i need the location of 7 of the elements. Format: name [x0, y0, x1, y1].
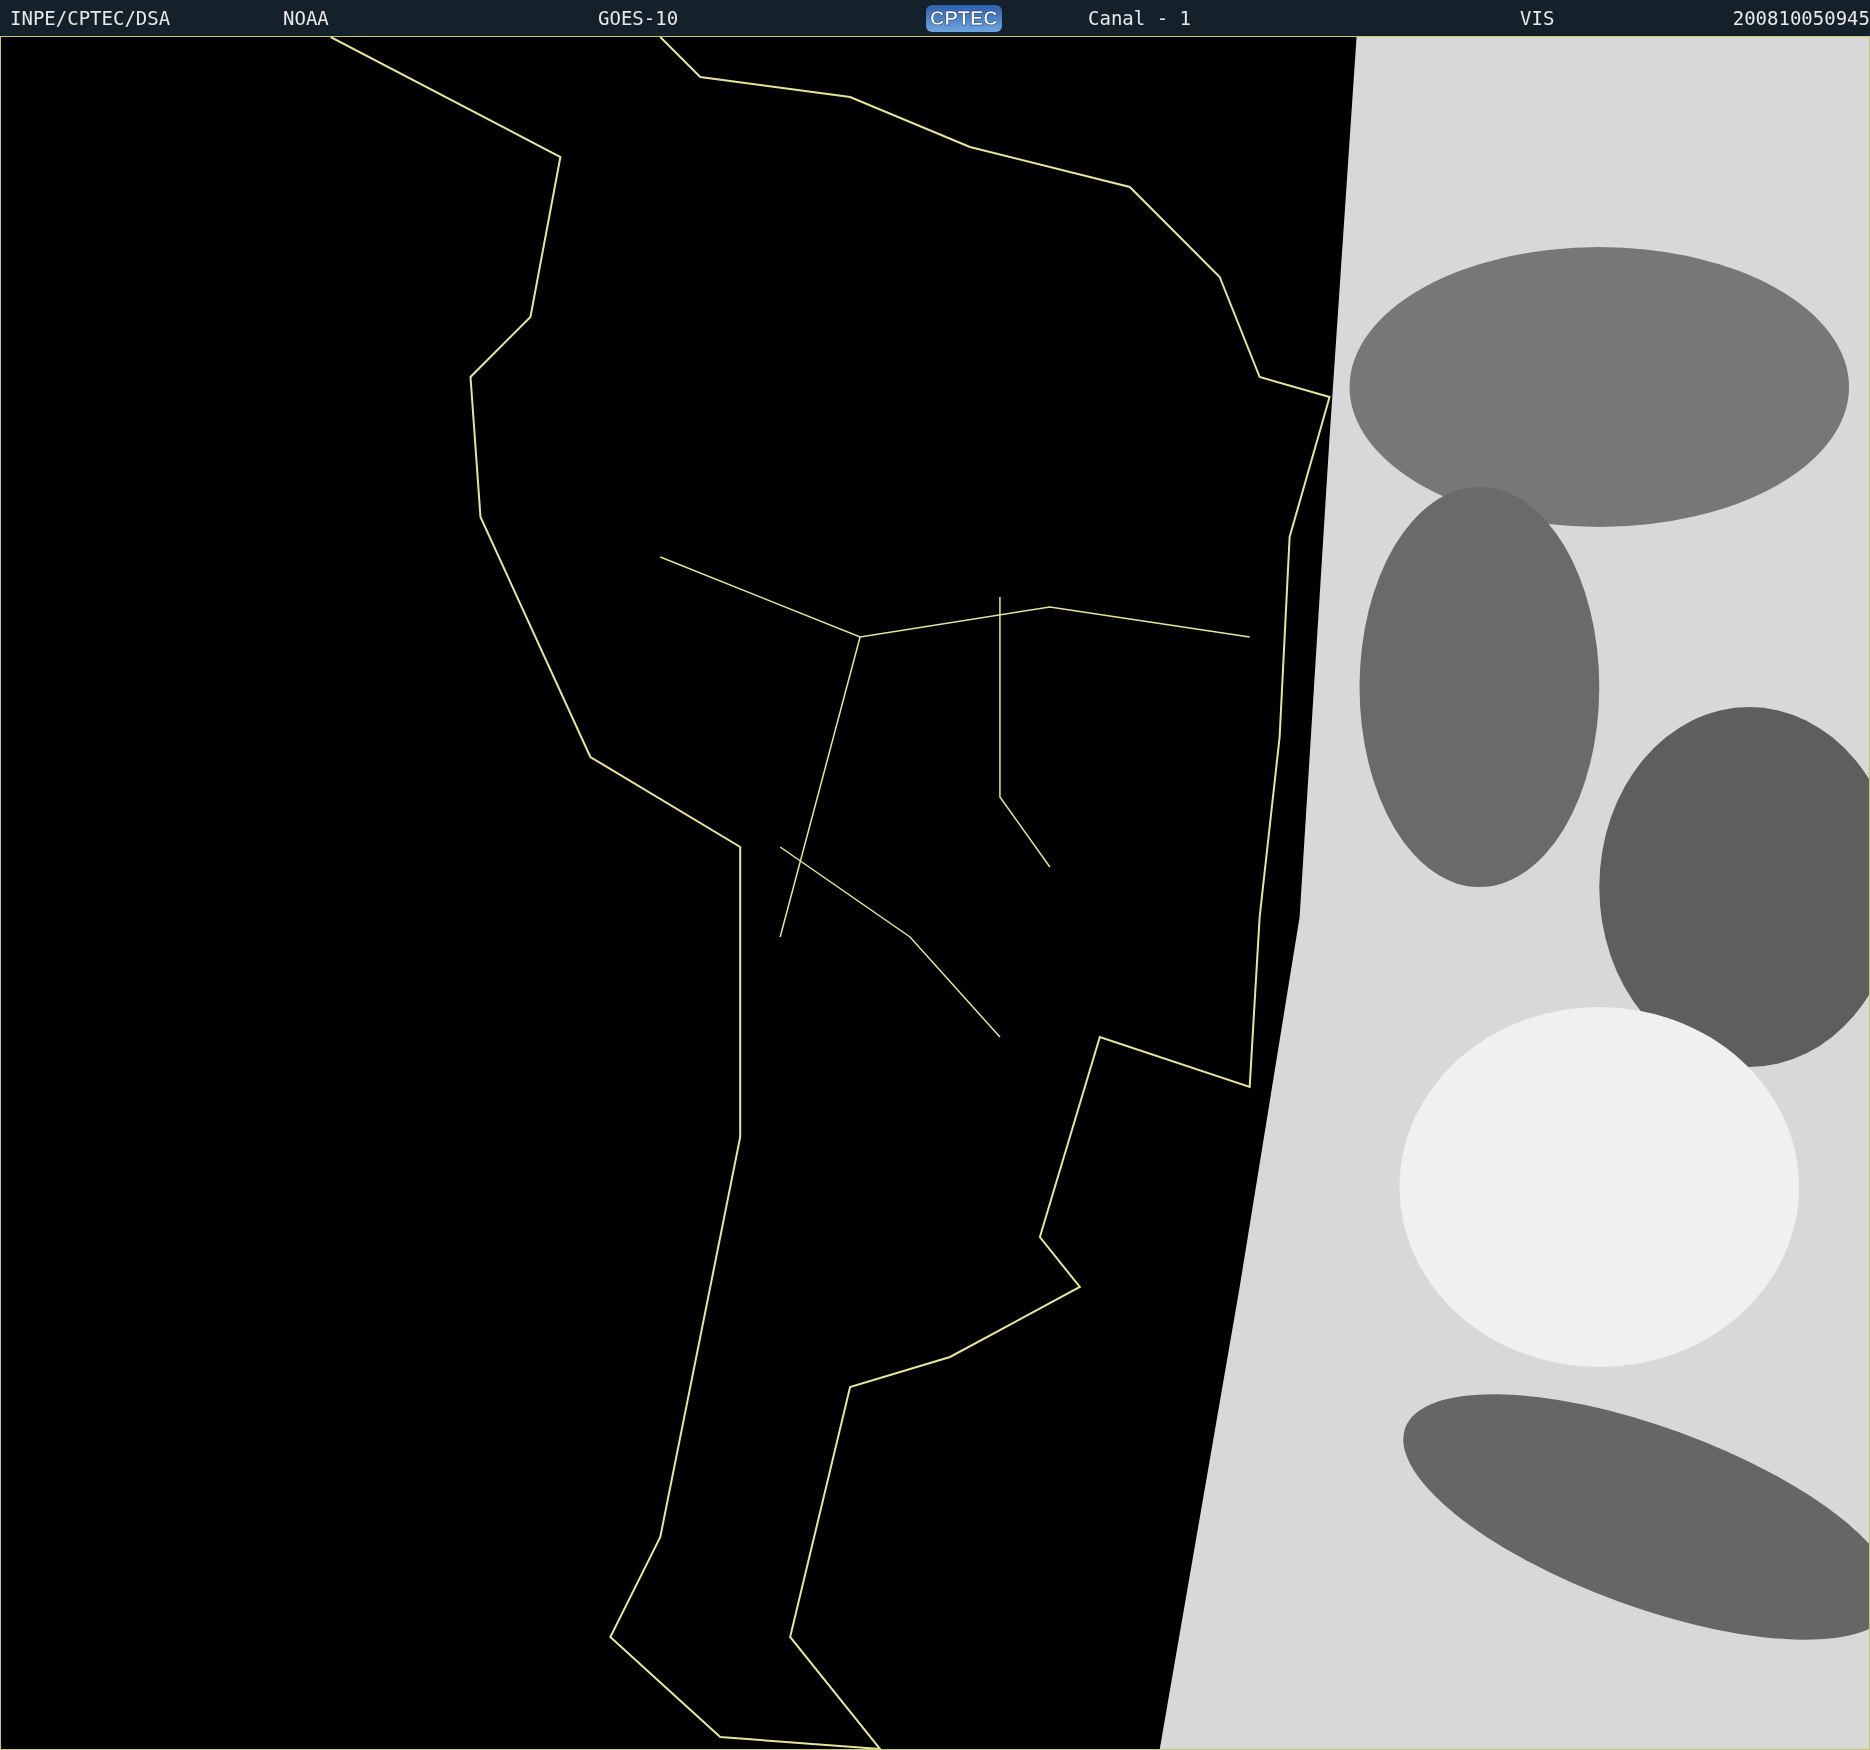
timestamp-label: 200810050945	[1732, 7, 1870, 29]
logo: CPTEC	[926, 4, 1002, 32]
source-label: INPE/CPTEC/DSA	[10, 7, 171, 29]
satellite-label: GOES-10	[598, 7, 679, 29]
channel-label: Canal - 1	[1088, 7, 1191, 29]
band-label: VIS	[1520, 7, 1555, 29]
agency-label: NOAA	[283, 7, 329, 29]
